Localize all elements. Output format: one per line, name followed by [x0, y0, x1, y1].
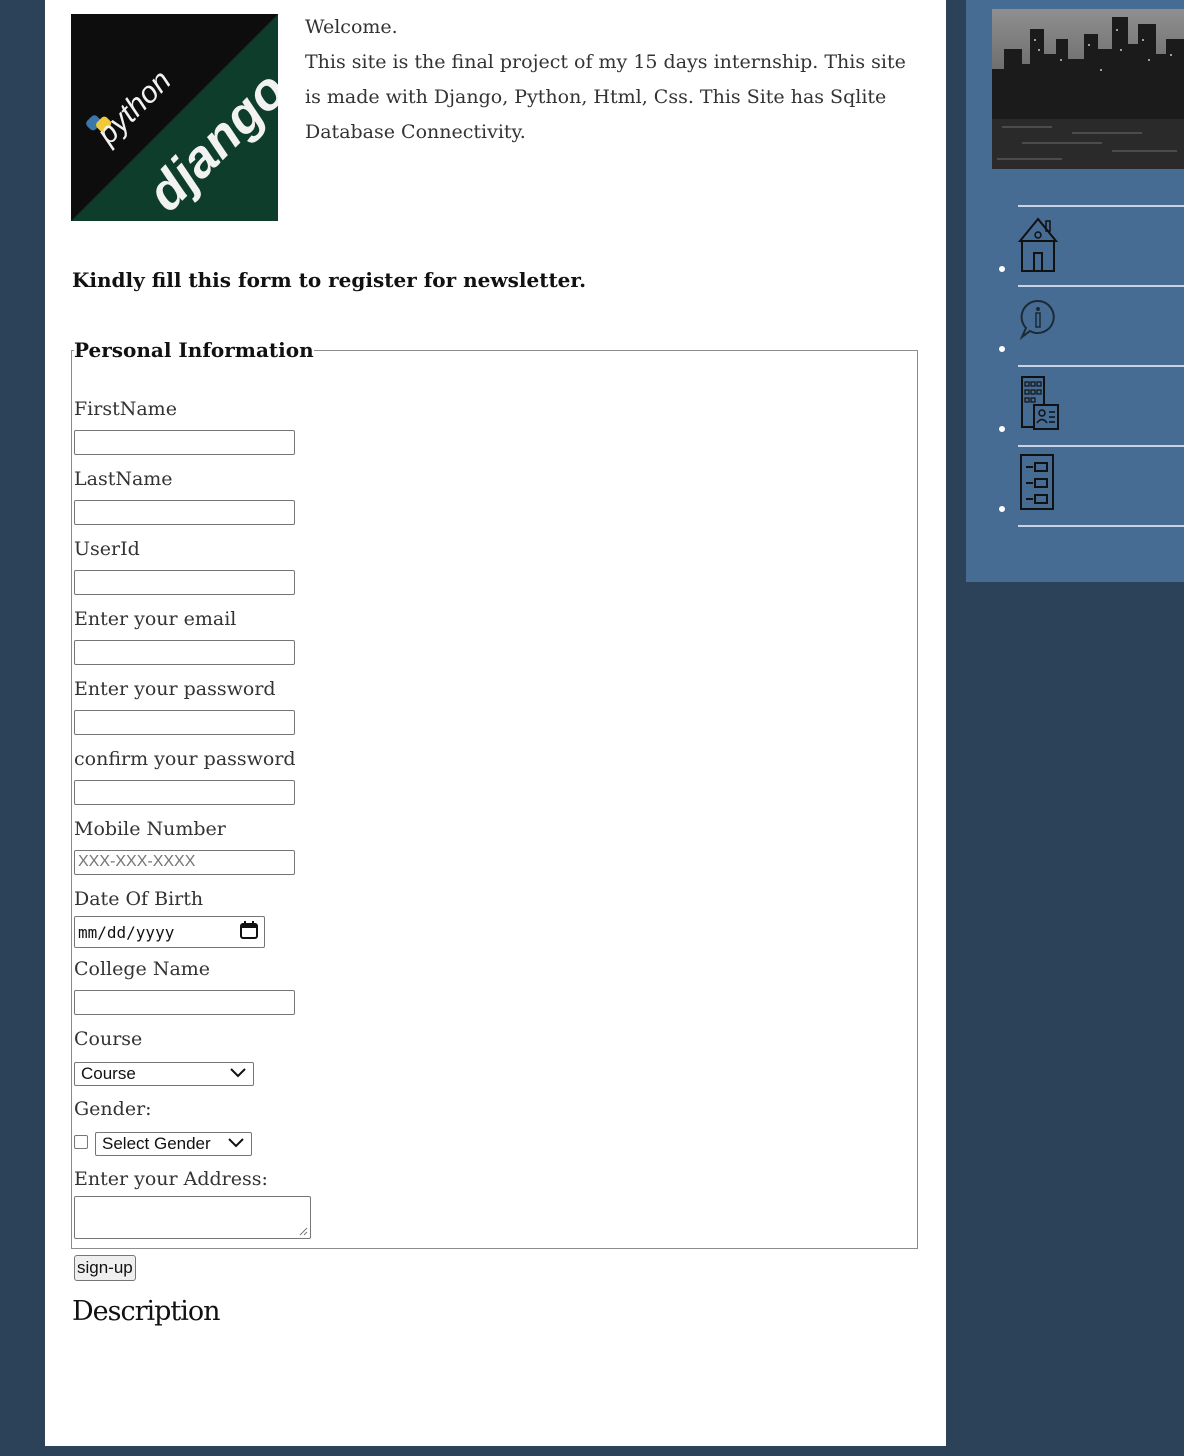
calendar-icon[interactable] [240, 921, 258, 943]
sidebar-item-sitemap[interactable] [999, 445, 1184, 527]
sidebar-item-home[interactable] [999, 205, 1184, 285]
sidebar-item-company[interactable] [999, 365, 1184, 445]
dob-group: Date Of Birth mm/dd/yyyy [74, 884, 265, 948]
form-intro: Kindly fill this form to register for ne… [72, 268, 587, 292]
last-name-group: LastName [74, 464, 295, 525]
user-id-input[interactable] [74, 570, 295, 595]
dob-placeholder: mm/dd/yyyy [78, 922, 175, 942]
sidebar-item-info[interactable] [999, 285, 1184, 365]
info-icon[interactable] [1018, 293, 1060, 353]
first-name-label: FirstName [74, 398, 177, 420]
last-name-input[interactable] [74, 500, 295, 525]
email-group: Enter your email [74, 604, 295, 665]
city-skyline-image [992, 9, 1184, 169]
sitemap-icon[interactable] [1018, 453, 1060, 513]
college-group: College Name [74, 954, 295, 1015]
course-selected-value: Course [81, 1064, 136, 1083]
first-name-group: FirstName [74, 394, 295, 455]
personal-info-fieldset: Personal Information FirstName LastName … [71, 338, 918, 1281]
mobile-placeholder: XXX-XXX-XXXX [78, 853, 196, 870]
college-label: College Name [74, 958, 211, 980]
confirm-password-input[interactable] [74, 780, 295, 805]
list-bullet [999, 506, 1005, 512]
first-name-input[interactable] [74, 430, 295, 455]
course-group: Course Course [74, 1024, 254, 1086]
main-content: python django Welcome. This site is the … [45, 0, 946, 1446]
welcome-text: Welcome. This site is the final project … [305, 10, 925, 150]
sign-up-button[interactable]: sign-up [74, 1255, 136, 1281]
list-bullet [999, 426, 1005, 432]
fieldset-legend: Personal Information [74, 338, 314, 362]
course-label: Course [74, 1028, 143, 1050]
address-label: Enter your Address: [74, 1168, 268, 1190]
address-group: Enter your Address: [74, 1164, 311, 1239]
chevron-down-icon [229, 1064, 247, 1084]
submit-group: sign-up [74, 1255, 136, 1281]
list-bullet [999, 266, 1005, 272]
sidebar [966, 0, 1184, 582]
building-contact-icon[interactable] [1018, 373, 1060, 433]
list-bullet [999, 346, 1005, 352]
mobile-input[interactable]: XXX-XXX-XXXX [74, 850, 295, 875]
chevron-down-icon [227, 1134, 245, 1154]
confirm-password-group: confirm your password [74, 744, 296, 805]
gender-select[interactable]: Select Gender [95, 1132, 252, 1156]
home-icon[interactable] [1017, 213, 1060, 273]
description-heading: Description [72, 1296, 221, 1327]
sidebar-nav [999, 205, 1184, 527]
email-label: Enter your email [74, 608, 237, 630]
password-label: Enter your password [74, 678, 276, 700]
dob-input[interactable]: mm/dd/yyyy [74, 916, 265, 948]
user-id-label: UserId [74, 538, 140, 560]
password-group: Enter your password [74, 674, 295, 735]
gender-selected-value: Select Gender [102, 1134, 211, 1153]
user-id-group: UserId [74, 534, 295, 595]
python-django-logo: python django [71, 14, 278, 221]
college-input[interactable] [74, 990, 295, 1015]
dob-label: Date Of Birth [74, 888, 204, 910]
last-name-label: LastName [74, 468, 173, 490]
gender-controls: Select Gender [74, 1132, 252, 1156]
mobile-label: Mobile Number [74, 818, 226, 840]
email-input[interactable] [74, 640, 295, 665]
confirm-password-label: confirm your password [74, 748, 296, 770]
welcome-body: This site is the final project of my 15 … [305, 51, 906, 143]
course-select[interactable]: Course [74, 1062, 254, 1086]
gender-label: Gender: [74, 1098, 152, 1120]
welcome-title: Welcome. [305, 16, 398, 38]
address-textarea[interactable] [74, 1196, 311, 1239]
resize-handle-icon[interactable] [298, 1226, 308, 1236]
password-input[interactable] [74, 710, 295, 735]
mobile-group: Mobile Number XXX-XXX-XXXX [74, 814, 295, 875]
gender-checkbox[interactable] [74, 1135, 88, 1149]
gender-group: Gender: Select Gender [74, 1094, 252, 1156]
